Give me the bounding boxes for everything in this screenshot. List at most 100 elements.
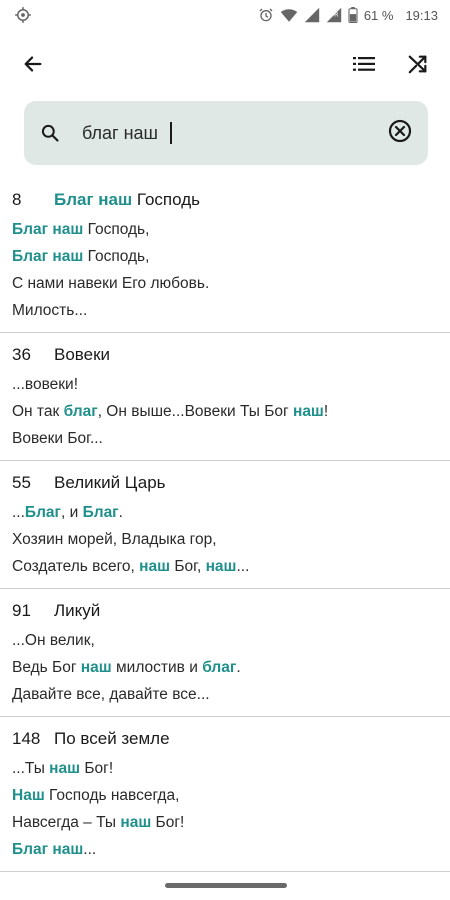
result-item[interactable]: 148 По всей земле ...Ты наш Бог! Наш Господ… — [0, 717, 450, 872]
lyric-line: Милость... — [12, 297, 438, 332]
back-button[interactable] — [17, 50, 49, 82]
lyric-text: , и — [61, 504, 83, 521]
result-item[interactable]: 55 Великий Царь ...Благ, и Благ. Хозяин мор… — [0, 461, 450, 589]
lyric-line: Создатель всего, наш Бог, наш... — [12, 553, 438, 588]
lyric-text: , Он выше...Вовеки Ты Бог — [97, 403, 293, 420]
lyric-text: Вовеки Бог... — [12, 430, 103, 447]
lyric-text: Он так — [12, 403, 64, 420]
list-icon — [352, 54, 376, 79]
lyric-text: ... — [83, 841, 97, 858]
lyric-text: Создатель всего, — [12, 558, 140, 575]
match-highlight: Благ наш — [12, 841, 84, 858]
result-item[interactable]: 8 Благ наш Господь Благ наш Господь, Благ н… — [0, 178, 450, 333]
match-highlight: Благ наш — [54, 190, 133, 209]
match-highlight: наш — [120, 814, 152, 831]
match-highlight: Благ наш — [12, 248, 84, 265]
list-view-button[interactable] — [348, 50, 380, 82]
match-highlight: благ — [202, 659, 237, 676]
search-bar — [24, 101, 428, 165]
song-number: 8 — [12, 190, 22, 209]
result-item[interactable]: 36 Вовеки ...вовеки! Он так благ, Он выше..… — [0, 333, 450, 461]
svg-text:R: R — [334, 11, 339, 19]
settings-gear-icon — [14, 6, 32, 24]
lyric-line: Ведь Бог наш милостив и благ. — [12, 654, 438, 681]
lyric-line: Вовеки Бог... — [12, 425, 438, 460]
match-highlight: наш — [80, 659, 112, 676]
shuffle-button[interactable] — [402, 50, 434, 82]
result-header: 36 Вовеки — [12, 333, 438, 371]
match-highlight: Наш — [12, 787, 45, 804]
lyric-text: Господь, — [83, 248, 150, 265]
lyric-line: Благ наш... — [12, 836, 438, 871]
lyric-line: Он так благ, Он выше...Вовеки Ты Бог наш… — [12, 398, 438, 425]
search-input[interactable] — [82, 113, 172, 153]
lyric-text: ... — [236, 558, 250, 575]
search-input-wrap — [62, 113, 172, 153]
result-header: 8 Благ наш Господь — [12, 178, 438, 216]
song-title: Вовеки — [54, 345, 110, 365]
lyric-text: Бог, — [170, 558, 206, 575]
battery-percent: 61 % — [363, 7, 394, 23]
title-text: Вовеки — [54, 345, 111, 364]
title-text: Великий Царь — [54, 473, 166, 492]
lyric-line: ...Ты наш Бог! — [12, 755, 438, 782]
lyric-line: Наш Господь навсегда, — [12, 782, 438, 809]
lyric-line: Благ наш Господь, — [12, 216, 438, 243]
status-bar: R 61 % 19:13 — [0, 0, 450, 30]
lyric-line: ...вовеки! — [12, 371, 438, 398]
text-caret — [170, 122, 172, 144]
lyric-text: ...Он велик, — [12, 632, 95, 649]
result-item[interactable]: 91 Ликуй ...Он велик, Ведь Бог наш милостив… — [0, 589, 450, 717]
song-number: 148 — [12, 729, 41, 748]
lyric-text: Хозяин морей, Владыка гор, — [12, 531, 217, 548]
toolbar — [0, 44, 450, 88]
clear-search-button[interactable] — [388, 119, 412, 148]
home-indicator[interactable] — [165, 883, 287, 888]
song-title: По всей земле — [54, 729, 170, 749]
song-number: 55 — [12, 473, 31, 492]
lyric-text: ...Ты — [12, 760, 50, 777]
lyric-text: . — [118, 504, 123, 521]
lyric-text: ! — [323, 403, 329, 420]
song-title: Ликуй — [54, 601, 100, 621]
title-text: Господь — [132, 190, 200, 209]
clock: 19:13 — [405, 7, 438, 23]
match-highlight: наш — [205, 558, 237, 575]
lyric-line: Давайте все, давайте все... — [12, 681, 438, 716]
status-right: R 61 % 19:13 — [258, 7, 438, 23]
lyric-text: Господь, — [83, 221, 150, 238]
clear-circle-icon — [388, 119, 412, 148]
lyric-text: . — [236, 659, 241, 676]
lyric-text: С нами навеки Его любовь. — [12, 275, 210, 292]
lyric-line: Благ наш Господь, — [12, 243, 438, 270]
status-left — [14, 6, 32, 24]
song-number: 36 — [12, 345, 31, 364]
result-header: 148 По всей земле — [12, 717, 438, 755]
match-highlight: благ — [63, 403, 98, 420]
lyric-text: Давайте все, давайте все... — [12, 686, 210, 703]
lyric-text: ...вовеки! — [12, 376, 79, 393]
match-highlight: наш — [139, 558, 171, 575]
signal-icon — [304, 7, 320, 23]
match-highlight: наш — [49, 760, 81, 777]
lyric-text: Бог! — [80, 760, 114, 777]
shuffle-icon — [407, 53, 429, 80]
lyric-line: ...Он велик, — [12, 627, 438, 654]
match-highlight: наш — [292, 403, 324, 420]
match-highlight: Благ наш — [12, 221, 84, 238]
match-highlight: Благ — [24, 504, 61, 521]
result-header: 91 Ликуй — [12, 589, 438, 627]
song-number: 91 — [12, 601, 31, 620]
song-title: Великий Царь — [54, 473, 166, 493]
lyric-text: Милость... — [12, 302, 88, 319]
battery-icon — [348, 7, 358, 23]
title-text: По всей земле — [54, 729, 170, 748]
lyric-text: милостив и — [111, 659, 203, 676]
signal-r-icon: R — [326, 7, 342, 23]
lyric-text: Навсегда – Ты — [12, 814, 121, 831]
lyric-line: Навсегда – Ты наш Бог! — [12, 809, 438, 836]
lyric-text: Бог! — [151, 814, 185, 831]
search-icon — [38, 121, 62, 145]
lyric-line: Хозяин морей, Владыка гор, — [12, 526, 438, 553]
lyric-text: ... — [12, 504, 25, 521]
